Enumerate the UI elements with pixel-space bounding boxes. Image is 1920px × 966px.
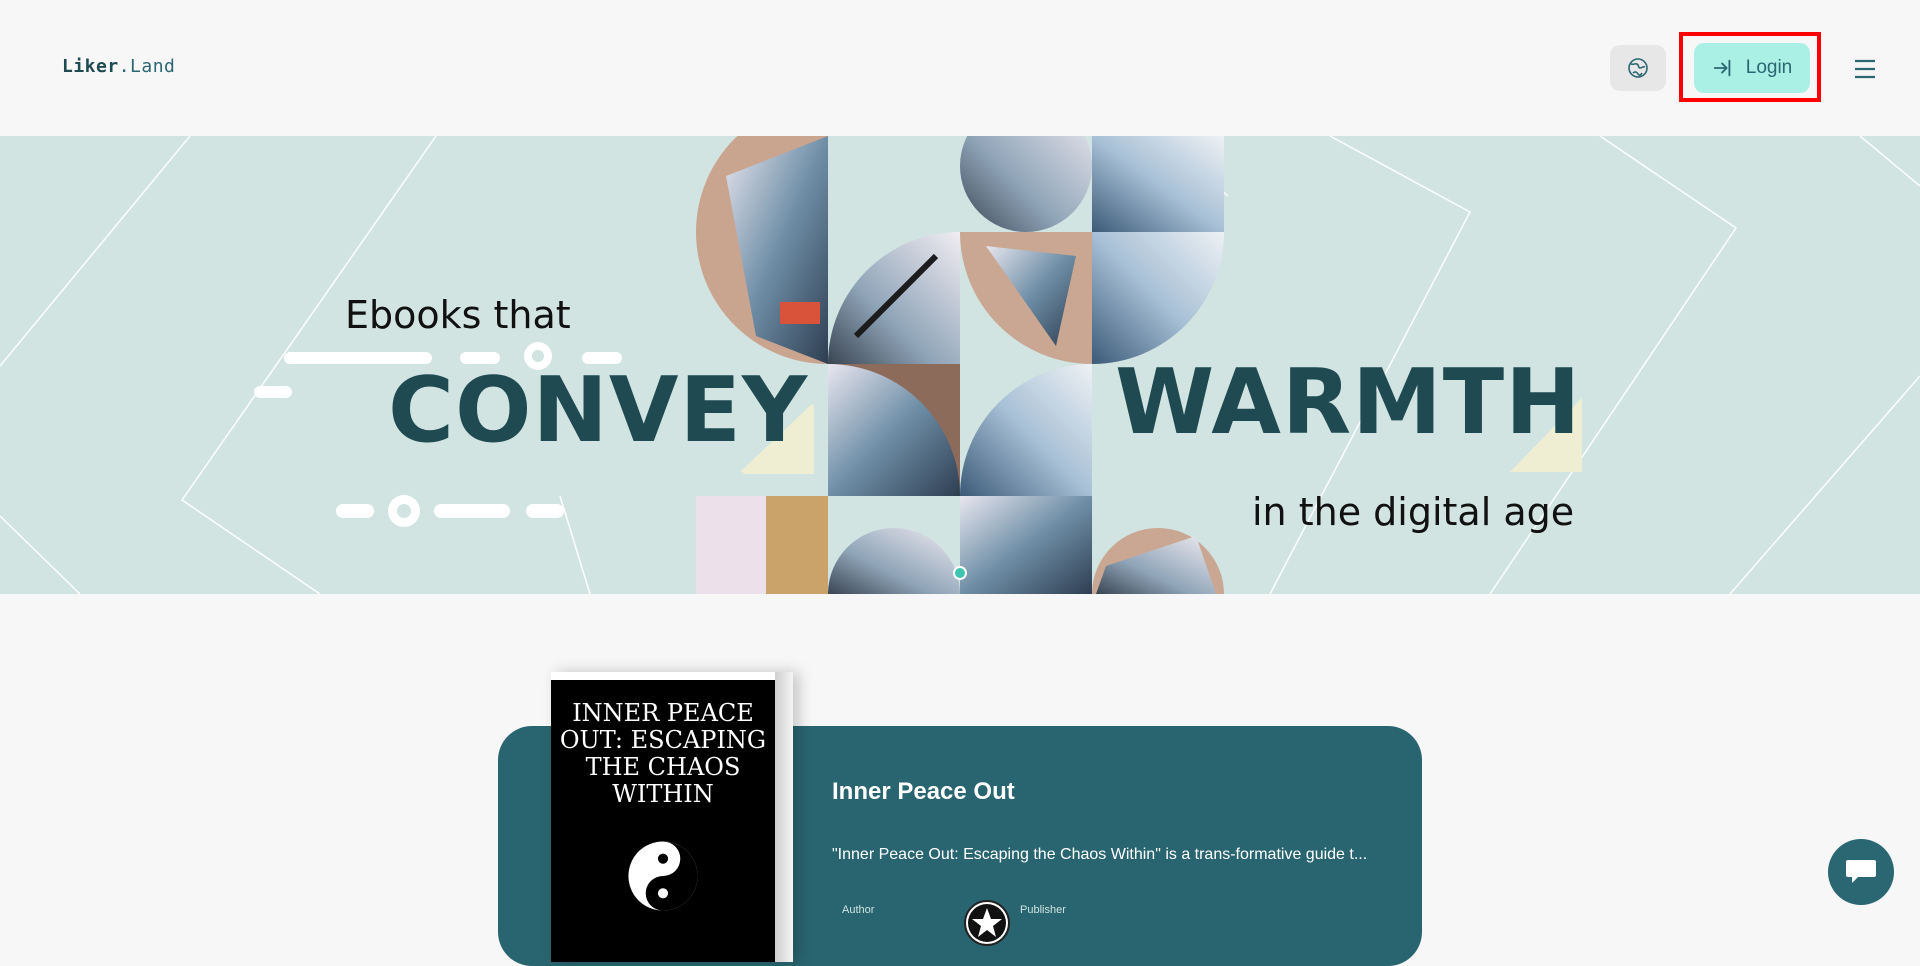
language-button[interactable] (1610, 45, 1666, 91)
logo-main: Liker (62, 56, 119, 77)
hero-word-warmth: WARMTH (1115, 350, 1582, 455)
hero-banner: Ebooks that CONVEY WARMTH in the digital… (0, 136, 1920, 594)
publisher-label: Publisher (1020, 904, 1066, 916)
hamburger-menu-icon (1855, 59, 1875, 79)
yin-yang-icon (628, 841, 698, 911)
book-cover[interactable]: INNER PEACE OUT: ESCAPING THE CHAOS WITH… (551, 672, 793, 962)
menu-button[interactable] (1848, 52, 1882, 86)
cover-title: INNER PEACE OUT: ESCAPING THE CHAOS WITH… (559, 699, 767, 808)
site-header: Liker.Land Login (0, 0, 1920, 136)
carousel-dot[interactable] (953, 566, 967, 580)
book-title[interactable]: Inner Peace Out (832, 778, 1015, 806)
chat-bubble-icon (1846, 860, 1876, 883)
publisher-avatar[interactable] (964, 900, 1010, 946)
login-arrow-icon (1713, 59, 1731, 77)
cover-top-bar (551, 672, 775, 680)
cover-spine (775, 672, 793, 962)
hero-word-convey: CONVEY (388, 358, 809, 463)
chat-button[interactable] (1828, 839, 1894, 905)
hero-line-2: in the digital age (1252, 490, 1575, 534)
hero-line-1: Ebooks that (345, 293, 571, 337)
login-button[interactable]: Login (1694, 43, 1810, 93)
book-description: "Inner Peace Out: Escaping the Chaos Wit… (832, 846, 1368, 863)
logo-suffix: .Land (118, 56, 176, 77)
login-label: Login (1745, 57, 1793, 78)
author-label: Author (842, 904, 875, 916)
star-logo-icon (968, 904, 1006, 942)
globe-icon (1628, 58, 1648, 78)
site-logo[interactable]: Liker.Land (62, 56, 175, 77)
